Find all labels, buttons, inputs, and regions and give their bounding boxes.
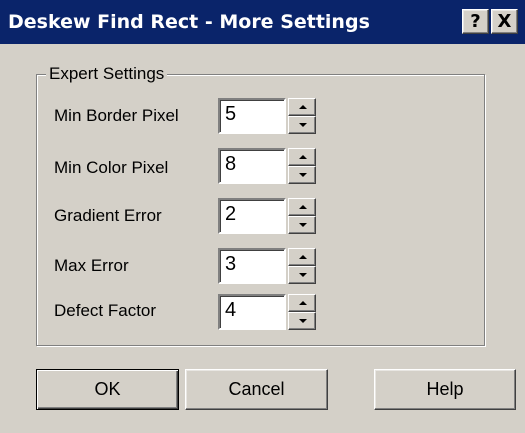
max-error-input[interactable]: 3 [218,248,286,284]
min-color-pixel-spinner[interactable] [288,148,316,184]
max-error-spinner[interactable] [288,248,316,284]
gradient-error-spinner[interactable] [288,198,316,234]
ok-button[interactable]: OK [36,369,179,410]
arrow-up-icon [299,205,307,209]
spin-down-button[interactable] [288,266,316,284]
arrow-up-icon [299,255,307,259]
help-button[interactable]: Help [374,369,516,410]
min-border-pixel-spinner[interactable] [288,98,316,134]
spin-up-button[interactable] [288,148,316,166]
spin-up-button[interactable] [288,294,316,312]
gradient-error-input[interactable]: 2 [218,198,286,234]
arrow-down-icon [299,223,307,227]
group-label: Expert Settings [46,64,168,84]
context-help-button[interactable]: ? [462,9,489,34]
arrow-up-icon [299,105,307,109]
defect-factor-label: Defect Factor [54,301,157,320]
min-border-pixel-input[interactable]: 5 [218,98,286,134]
title-bar[interactable]: Deskew Find Rect - More Settings ? X [0,0,525,44]
arrow-down-icon [299,273,307,277]
min-color-pixel-label: Min Color Pixel [54,158,169,177]
spin-down-button[interactable] [288,166,316,184]
min-color-pixel-input[interactable]: 8 [218,148,286,184]
close-button[interactable]: X [491,9,518,34]
arrow-down-icon [299,123,307,127]
spin-up-button[interactable] [288,98,316,116]
spin-down-button[interactable] [288,312,316,330]
arrow-down-icon [299,319,307,323]
spin-down-button[interactable] [288,216,316,234]
max-error-label: Max Error [54,256,129,275]
spin-up-button[interactable] [288,198,316,216]
arrow-up-icon [299,155,307,159]
arrow-down-icon [299,173,307,177]
cancel-button[interactable]: Cancel [185,369,328,410]
spin-up-button[interactable] [288,248,316,266]
defect-factor-spinner[interactable] [288,294,316,330]
defect-factor-input[interactable]: 4 [218,294,286,330]
gradient-error-label: Gradient Error [54,206,162,225]
window-title: Deskew Find Rect - More Settings [8,11,370,33]
min-border-pixel-label: Min Border Pixel [54,106,179,125]
spin-down-button[interactable] [288,116,316,134]
arrow-up-icon [299,301,307,305]
